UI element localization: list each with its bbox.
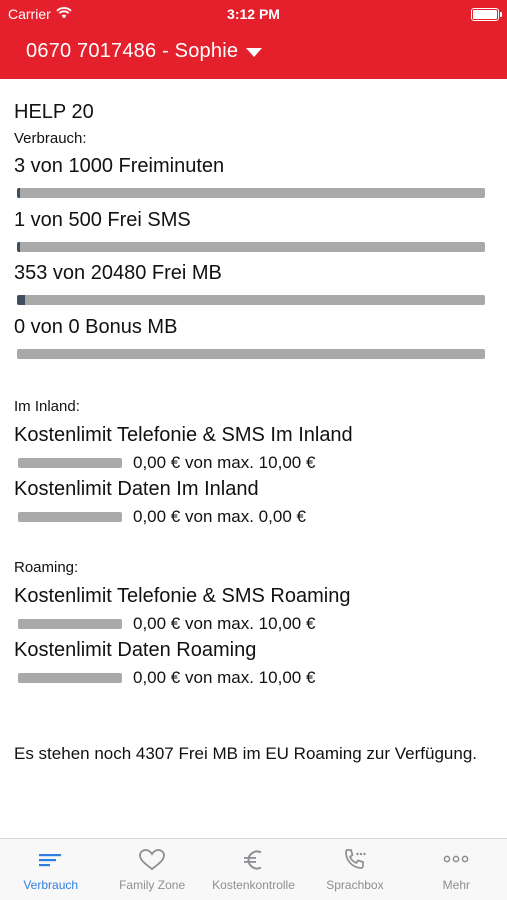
limit-label-inland-data: Kostenlimit Daten Im Inland bbox=[14, 478, 259, 500]
usage-label-sms: 1 von 500 Frei SMS bbox=[14, 209, 191, 231]
roaming-heading: Roaming: bbox=[14, 559, 79, 576]
tab-label: Sprachbox bbox=[326, 878, 384, 892]
heart-icon bbox=[139, 849, 166, 871]
clock: 3:12 PM bbox=[227, 6, 280, 22]
usage-label-minutes: 3 von 1000 Freiminuten bbox=[14, 155, 225, 177]
inland-heading: Im Inland: bbox=[14, 398, 80, 415]
eu-roaming-note: Es stehen noch 4307 Frei MB im EU Roamin… bbox=[14, 744, 478, 763]
tab-label: Kostenkontrolle bbox=[212, 878, 295, 892]
account-title: 0670 7017486 - Sophie bbox=[26, 40, 239, 62]
limit-label-roaming-voice: Kostenlimit Telefonie & SMS Roaming bbox=[14, 585, 351, 607]
usage-bar-bonus bbox=[17, 349, 485, 359]
usage-lines-icon bbox=[38, 854, 61, 867]
tab-kostenkontrolle[interactable]: Kostenkontrolle bbox=[203, 839, 304, 900]
usage-bar-data bbox=[17, 295, 485, 305]
limit-bar-inland-data bbox=[18, 512, 122, 522]
tab-sprachbox[interactable]: Sprachbox bbox=[304, 839, 405, 900]
usage-bar-minutes bbox=[17, 188, 485, 198]
limit-bar-roaming-voice bbox=[18, 619, 122, 629]
plan-name: HELP 20 bbox=[14, 101, 94, 123]
tab-mehr[interactable]: Mehr bbox=[406, 839, 507, 900]
limit-value-roaming-voice: 0,00 € von max. 10,00 € bbox=[133, 614, 316, 633]
usage-bar-sms bbox=[17, 242, 485, 252]
battery-icon bbox=[471, 8, 502, 21]
limit-label-roaming-data: Kostenlimit Daten Roaming bbox=[14, 639, 257, 661]
more-dots-icon bbox=[443, 855, 469, 863]
voicemail-phone-icon bbox=[345, 849, 366, 869]
limit-value-inland-data: 0,00 € von max. 0,00 € bbox=[133, 507, 306, 526]
limit-label-inland-voice: Kostenlimit Telefonie & SMS Im Inland bbox=[14, 424, 353, 446]
usage-label-bonus: 0 von 0 Bonus MB bbox=[14, 316, 178, 338]
tab-label: Mehr bbox=[442, 878, 470, 892]
tab-verbrauch[interactable]: Verbrauch bbox=[0, 839, 101, 900]
limit-bar-inland-voice bbox=[18, 458, 122, 468]
euro-icon bbox=[243, 850, 261, 870]
usage-fill-data bbox=[17, 295, 25, 305]
tab-bar: Verbrauch Family Zone Kostenkontrolle Sp… bbox=[0, 838, 507, 900]
caret-down-icon bbox=[246, 48, 263, 57]
usage-fill-minutes bbox=[17, 188, 20, 198]
limit-value-inland-voice: 0,00 € von max. 10,00 € bbox=[133, 453, 316, 472]
usage-fill-sms bbox=[17, 242, 20, 252]
nav-bar: 0670 7017486 - Sophie bbox=[0, 28, 507, 79]
status-bar: Carrier 3:12 PM bbox=[0, 0, 507, 28]
tab-label: Family Zone bbox=[119, 878, 186, 892]
limit-value-roaming-data: 0,00 € von max. 10,00 € bbox=[133, 668, 316, 687]
account-selector[interactable]: 0670 7017486 - Sophie bbox=[26, 40, 263, 63]
tab-label: Verbrauch bbox=[23, 878, 79, 892]
tab-family-zone[interactable]: Family Zone bbox=[101, 839, 202, 900]
limit-bar-roaming-data bbox=[18, 673, 122, 683]
usage-heading: Verbrauch: bbox=[14, 130, 87, 147]
usage-label-data: 353 von 20480 Frei MB bbox=[14, 262, 222, 284]
